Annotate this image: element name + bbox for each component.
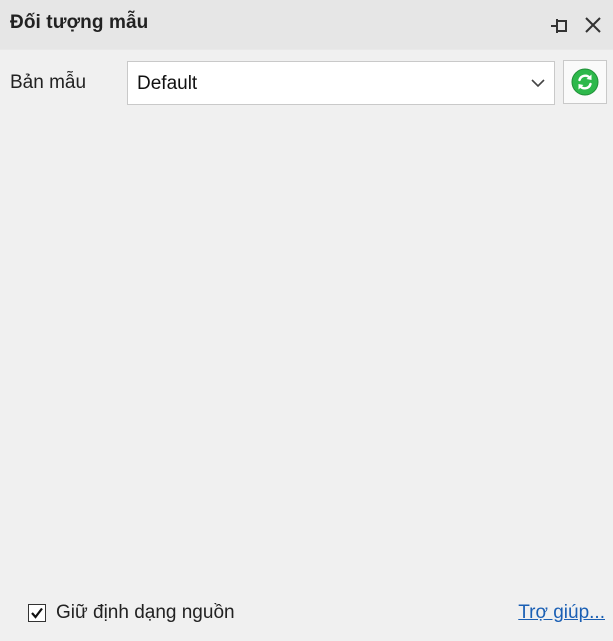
template-dropdown-value: Default — [137, 73, 198, 94]
panel-footer: Giữ định dạng nguồn Trợ giúp... — [0, 596, 613, 636]
template-row: Bản mẫu Default — [0, 60, 613, 106]
pin-icon — [551, 19, 567, 33]
close-button[interactable] — [581, 13, 605, 37]
panel-title-bar: Đối tượng mẫu — [0, 0, 613, 50]
refresh-button[interactable] — [563, 60, 607, 104]
keep-source-format-checkbox[interactable] — [28, 604, 46, 622]
template-objects-panel: Đối tượng mẫu Bản mẫu Default Giữ định d… — [0, 0, 613, 641]
checkmark-icon — [31, 607, 43, 619]
refresh-icon — [571, 68, 599, 96]
keep-source-format-label[interactable]: Giữ định dạng nguồn — [56, 602, 235, 624]
pin-button[interactable] — [549, 16, 571, 36]
chevron-down-icon — [531, 79, 545, 88]
template-label: Bản mẫu — [10, 72, 87, 93]
panel-title: Đối tượng mẫu — [10, 12, 149, 33]
help-link[interactable]: Trợ giúp... — [518, 602, 605, 624]
template-objects-list — [0, 110, 613, 590]
template-dropdown[interactable]: Default — [127, 61, 555, 105]
close-icon — [585, 17, 601, 33]
